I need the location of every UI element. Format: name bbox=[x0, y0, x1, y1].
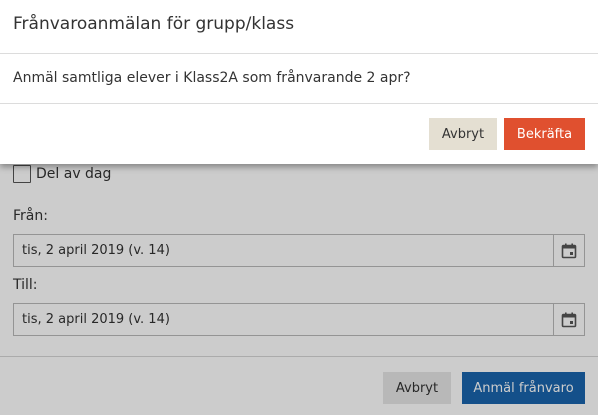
dialog-divider bbox=[0, 103, 598, 104]
confirm-dialog: Frånvaroanmälan för grupp/klass Anmäl sa… bbox=[0, 0, 598, 164]
dialog-cancel-button[interactable]: Avbryt bbox=[429, 118, 497, 150]
dialog-confirm-button[interactable]: Bekräfta bbox=[504, 118, 585, 150]
dialog-message: Anmäl samtliga elever i Klass2A som från… bbox=[13, 70, 411, 86]
dialog-divider bbox=[0, 53, 598, 54]
dialog-title: Frånvaroanmälan för grupp/klass bbox=[13, 14, 295, 34]
